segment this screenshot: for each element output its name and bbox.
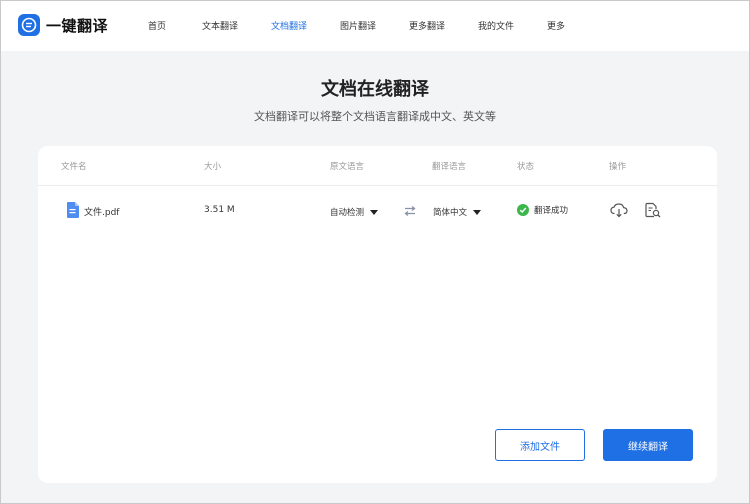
swap-arrows-icon[interactable] — [403, 204, 417, 218]
nav-item-doc-translate[interactable]: 文档翻译 — [271, 19, 307, 32]
column-header-status: 状态 — [517, 162, 535, 172]
status-text: 翻译成功 — [534, 206, 569, 216]
source-lang-value: 自动检测 — [330, 208, 365, 218]
caret-down-icon — [473, 209, 482, 215]
add-file-button[interactable]: 添加文件 — [495, 429, 585, 461]
main-nav: 首页 文本翻译 文档翻译 图片翻译 更多翻译 我的文件 更多 — [1, 1, 749, 51]
nav-item-more-translate[interactable]: 更多翻译 — [409, 19, 445, 32]
document-icon — [67, 202, 79, 218]
app-window: 一键翻译 首页 文本翻译 文档翻译 图片翻译 更多翻译 我的文件 更多 文档在线… — [0, 0, 750, 504]
nav-item-image-translate[interactable]: 图片翻译 — [340, 19, 376, 32]
table-row: 文件.pdf 3.51 M 自动检测 简体中文 翻译成功 — [38, 187, 717, 235]
target-lang-value: 简体中文 — [433, 208, 468, 218]
target-lang-select[interactable]: 简体中文 — [433, 206, 482, 218]
file-list-card: 文件名 大小 原文语言 翻译语言 状态 操作 文件.pdf 3.51 M 自动检… — [38, 146, 717, 483]
file-name: 文件.pdf — [84, 208, 120, 218]
column-header-source-lang: 原文语言 — [330, 162, 365, 172]
status-badge: 翻译成功 — [517, 204, 568, 216]
continue-translate-button[interactable]: 继续翻译 — [603, 429, 693, 461]
nav-item-home[interactable]: 首页 — [148, 19, 166, 32]
column-header-actions: 操作 — [609, 162, 627, 172]
top-header: 一键翻译 首页 文本翻译 文档翻译 图片翻译 更多翻译 我的文件 更多 — [1, 1, 749, 51]
check-circle-icon — [517, 204, 529, 216]
table-header: 文件名 大小 原文语言 翻译语言 状态 操作 — [38, 146, 717, 186]
caret-down-icon — [370, 209, 379, 215]
source-lang-select[interactable]: 自动检测 — [330, 206, 379, 218]
nav-item-my-files[interactable]: 我的文件 — [478, 19, 514, 32]
column-header-filename: 文件名 — [61, 162, 87, 172]
document-search-icon[interactable] — [644, 202, 662, 218]
column-header-size: 大小 — [204, 162, 222, 172]
cloud-download-icon[interactable] — [610, 202, 628, 218]
nav-item-text-translate[interactable]: 文本翻译 — [202, 19, 238, 32]
column-header-target-lang: 翻译语言 — [432, 162, 467, 172]
page-subtitle: 文档翻译可以将整个文档语言翻译成中文、英文等 — [254, 110, 496, 123]
page-title: 文档在线翻译 — [321, 79, 429, 100]
file-size: 3.51 M — [204, 205, 235, 215]
nav-item-more[interactable]: 更多 — [547, 19, 565, 32]
